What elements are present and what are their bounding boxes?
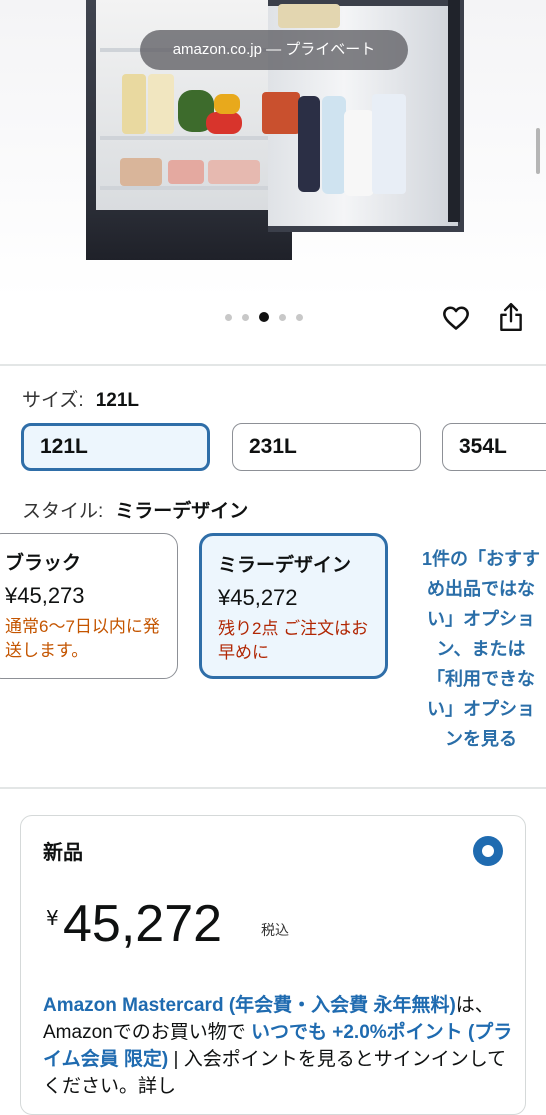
style-option-price: ¥45,272 (218, 585, 298, 610)
food-container (120, 158, 162, 186)
size-option-121l[interactable]: 121L (21, 423, 210, 471)
style-label: スタイル: ミラーデザイン (22, 496, 248, 523)
tomatoes (206, 112, 242, 134)
style-option-black[interactable]: ブラック ¥45,273 通常6〜7日以内に発送します。 (0, 533, 178, 679)
jar (262, 92, 300, 134)
fridge-shelf (100, 136, 270, 140)
food-container (168, 160, 204, 184)
heart-icon[interactable] (442, 304, 470, 332)
share-icon[interactable] (498, 302, 524, 332)
scrollbar[interactable] (536, 128, 540, 174)
milk-carton (372, 94, 406, 194)
beer-can (122, 74, 146, 134)
size-option-354l[interactable]: 354L (442, 423, 546, 471)
fridge-shelf (100, 186, 270, 190)
style-label-text: スタイル: (22, 501, 104, 522)
carousel-dot[interactable] (225, 313, 232, 321)
size-label-text: サイズ: (22, 390, 84, 411)
style-option-name: ブラック (5, 553, 82, 574)
food-container (208, 160, 260, 184)
shipping-note: 通常6〜7日以内に発送します。 (5, 617, 160, 660)
section-divider (0, 364, 546, 366)
product-image[interactable]: amazon.co.jp — プライベート (0, 0, 546, 300)
beer-can (148, 74, 174, 134)
radio-selected-icon[interactable] (473, 836, 503, 866)
size-selected-value: 121L (95, 390, 140, 411)
carousel-dot-active[interactable] (259, 312, 269, 322)
carousel-dots[interactable] (225, 312, 303, 322)
size-label: サイズ: 121L (22, 385, 139, 412)
bottle (298, 96, 320, 192)
pepper (214, 94, 240, 114)
bottle (322, 96, 346, 194)
mastercard-promo: Amazon Mastercard (年会費・入会費 永年無料)は、Amazon… (43, 992, 513, 1100)
style-selected-value: ミラーデザイン (115, 501, 249, 522)
carousel-dot[interactable] (279, 313, 286, 321)
stock-note: 残り2点 ご注文はお早めに (218, 619, 369, 662)
style-option-name: ミラーデザイン (218, 555, 352, 576)
bottle (344, 110, 374, 196)
mastercard-link[interactable]: Amazon Mastercard (年会費・入会費 永年無料) (43, 995, 456, 1016)
style-option-mirror[interactable]: ミラーデザイン ¥45,272 残り2点 ご注文はお早めに (199, 533, 388, 679)
size-option-231l[interactable]: 231L (232, 423, 421, 471)
condition-title: 新品 (43, 842, 83, 864)
carousel-dot[interactable] (296, 313, 303, 321)
tax-note: 税込 (261, 923, 289, 939)
price: 45,272 (63, 895, 223, 953)
section-divider (0, 787, 546, 789)
carousel-dot[interactable] (242, 313, 249, 321)
fridge-door-edge (448, 0, 460, 222)
buybox-new[interactable]: 新品 ¥ 45,272 税込 Amazon Mastercard (年会費・入会… (20, 815, 526, 1115)
browser-url-pill[interactable]: amazon.co.jp — プライベート (140, 30, 408, 70)
currency-symbol: ¥ (46, 906, 59, 930)
style-option-price: ¥45,273 (5, 583, 85, 608)
top-shelf-items (278, 4, 340, 28)
unavailable-options-link[interactable]: 1件の「おすすめ出品ではない」オプション、または「利用できない」オプションを見る (420, 544, 542, 754)
